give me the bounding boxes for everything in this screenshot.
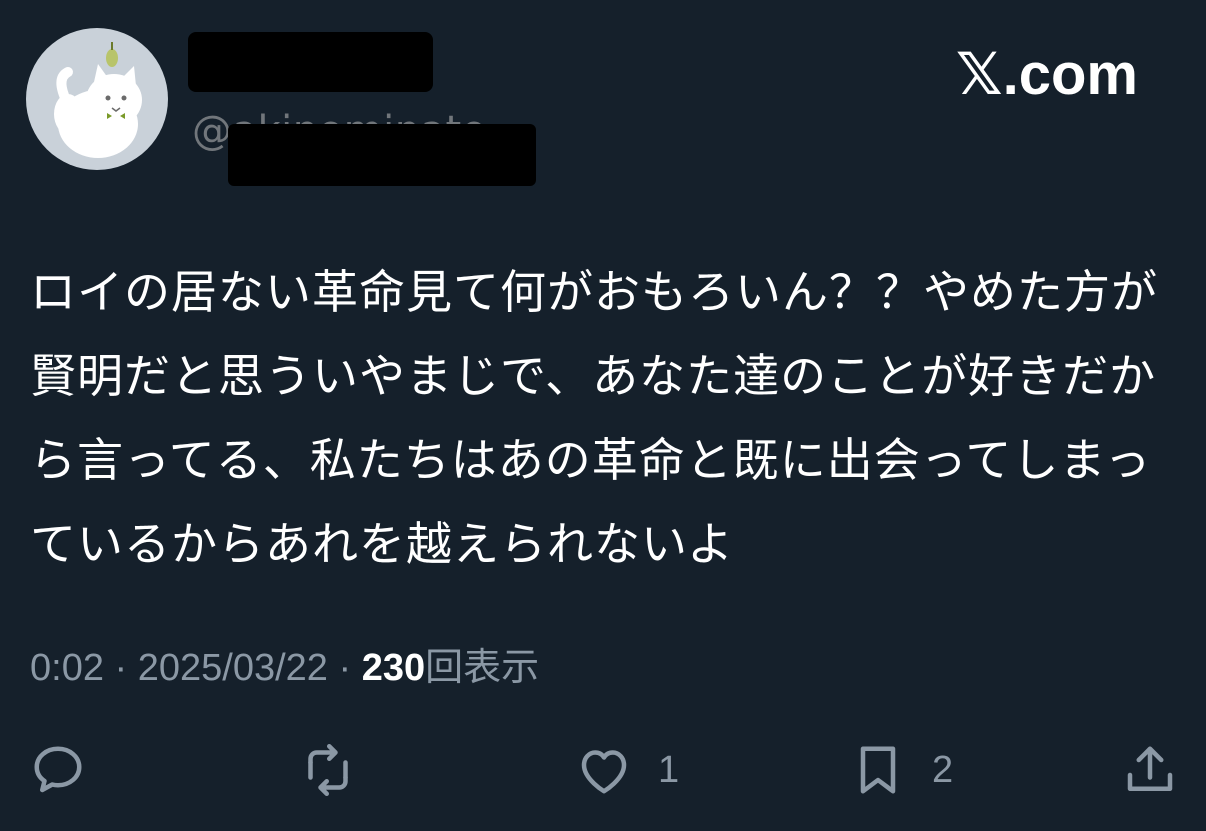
tweet-time[interactable]: 0:02 <box>30 647 104 689</box>
like-button[interactable]: 1 <box>574 730 679 810</box>
bookmark-button[interactable]: 2 <box>848 730 953 810</box>
name-redaction <box>188 32 433 92</box>
reply-button[interactable] <box>28 730 88 810</box>
like-count: 1 <box>658 748 680 791</box>
meta-separator: · <box>103 647 138 689</box>
reply-icon <box>34 746 82 793</box>
tweet-text: ロイの居ない革命見て何がおもろいん？？やめた方が賢明だと思ういやまじで、あなた達… <box>30 265 1158 571</box>
handle-redaction <box>228 124 536 186</box>
share-icon <box>1127 746 1173 791</box>
meta-separator: · <box>327 647 362 689</box>
retweet-icon <box>308 744 348 796</box>
cat-avatar-icon <box>54 42 142 158</box>
tweet-meta: 0:02 · 2025/03/22 · 230回表示 <box>30 636 539 691</box>
views-count: 230 <box>361 647 426 689</box>
tweet-date[interactable]: 2025/03/22 <box>138 647 328 689</box>
avatar[interactable] <box>26 28 168 170</box>
retweet-button[interactable] <box>298 730 358 810</box>
action-bar: 1 2 <box>0 730 1206 810</box>
x-brand-logo: 𝕏.com <box>955 42 1138 107</box>
bookmark-icon <box>860 746 896 794</box>
bookmark-count: 2 <box>932 748 954 791</box>
views-label: 回表示 <box>425 647 540 689</box>
heart-icon <box>581 750 627 794</box>
share-button[interactable] <box>1120 730 1180 810</box>
